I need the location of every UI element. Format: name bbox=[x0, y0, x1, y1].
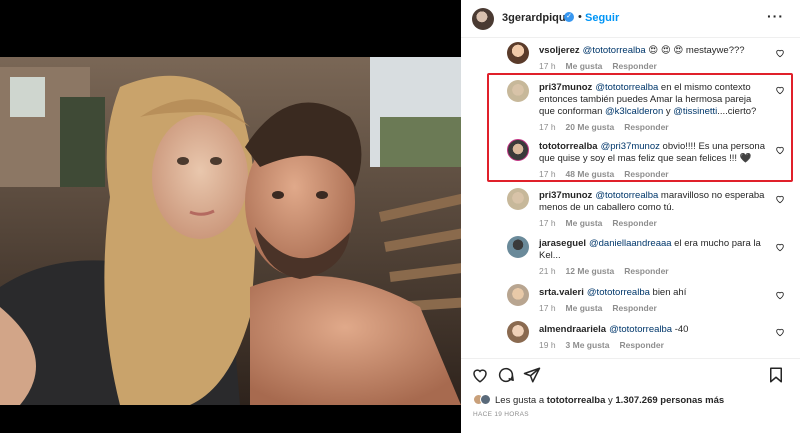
reply-button[interactable]: Responder bbox=[612, 218, 656, 228]
commenter-username[interactable]: almendraariela bbox=[539, 324, 606, 335]
comment-icon[interactable] bbox=[497, 366, 515, 384]
comment-like-label[interactable]: Me gusta bbox=[566, 218, 603, 228]
reply-button[interactable]: Responder bbox=[612, 61, 656, 71]
actions-divider bbox=[461, 358, 800, 359]
comment-likes-count[interactable]: 48 Me gusta bbox=[566, 169, 615, 179]
commenter-username[interactable]: pri37munoz bbox=[539, 82, 592, 93]
comment-mention[interactable]: @pri37munoz bbox=[601, 141, 660, 152]
comment-time[interactable]: 17 h bbox=[539, 303, 556, 313]
commenter-avatar[interactable] bbox=[507, 139, 529, 161]
comment-time[interactable]: 17 h bbox=[539, 169, 556, 179]
comment-mention[interactable]: @k3lcalderon bbox=[605, 106, 663, 117]
commenter-avatar[interactable] bbox=[507, 236, 529, 258]
commenter-avatar[interactable] bbox=[507, 80, 529, 102]
comment-mention[interactable]: @daniellaandreaaa bbox=[589, 238, 672, 249]
reply-button[interactable]: Responder bbox=[624, 169, 668, 179]
more-options-icon[interactable]: ··· bbox=[767, 8, 784, 24]
comment-likes-count[interactable]: 20 Me gusta bbox=[566, 122, 615, 132]
commenter-avatar[interactable] bbox=[507, 321, 529, 343]
comment-time[interactable]: 17 h bbox=[539, 218, 556, 228]
commenter-avatar[interactable] bbox=[507, 188, 529, 210]
follow-button[interactable]: Seguir bbox=[585, 12, 619, 24]
commenter-avatar[interactable] bbox=[507, 42, 529, 64]
comment-meta: 17 h Me gusta Responder bbox=[539, 218, 667, 228]
comment-meta: 17 h 20 Me gusta Responder bbox=[539, 122, 679, 132]
reply-button[interactable]: Responder bbox=[612, 303, 656, 313]
reply-button[interactable]: Responder bbox=[624, 266, 668, 276]
comment-meta: 17 h Me gusta Responder bbox=[539, 61, 667, 71]
comment-time[interactable]: 17 h bbox=[539, 122, 556, 132]
comment-body-cont: y bbox=[663, 106, 674, 117]
post-side-panel: 3gerardpique ✓ • Seguir ··· vsoljerez @to… bbox=[461, 0, 800, 433]
selfie-illustration bbox=[0, 57, 461, 405]
comment-meta: 21 h 12 Me gusta Responder bbox=[539, 266, 679, 276]
comment-text: almendraariela @tototorrealba -40 bbox=[539, 324, 769, 336]
likes-summary: Les gusta a tototorrealba y 1.307.269 pe… bbox=[473, 394, 724, 406]
likes-count[interactable]: 1.307.269 personas más bbox=[615, 395, 724, 406]
commenter-username[interactable]: vsoljerez bbox=[539, 45, 580, 56]
comment-text: tototorrealba @pri37munoz obvio!!!! Es un… bbox=[539, 141, 769, 165]
comment-mention[interactable]: @tototorrealba bbox=[595, 82, 658, 93]
post-time-ago[interactable]: HACE 19 HORAS bbox=[473, 411, 529, 418]
like-comment-heart-icon[interactable] bbox=[775, 242, 785, 252]
like-comment-heart-icon[interactable] bbox=[775, 194, 785, 204]
header-separator: • bbox=[578, 11, 582, 23]
like-comment-heart-icon[interactable] bbox=[775, 145, 785, 155]
comment-mention[interactable]: @tototorrealba bbox=[609, 324, 672, 335]
comment-text: pri37munoz @tototorrealba maravilloso no … bbox=[539, 190, 769, 214]
like-comment-heart-icon[interactable] bbox=[775, 290, 785, 300]
heart-icon[interactable] bbox=[471, 366, 489, 384]
like-comment-heart-icon[interactable] bbox=[775, 85, 785, 95]
share-icon[interactable] bbox=[523, 366, 541, 384]
comment-time[interactable]: 19 h bbox=[539, 340, 556, 350]
commenter-username[interactable]: pri37munoz bbox=[539, 190, 592, 201]
liker-avatar[interactable] bbox=[480, 394, 491, 405]
likes-mid: y bbox=[605, 395, 616, 406]
comment-time[interactable]: 21 h bbox=[539, 266, 556, 276]
liked-user[interactable]: tototorrealba bbox=[547, 395, 606, 406]
comment-text: srta.valeri @tototorrealba bien ahí bbox=[539, 287, 769, 299]
bookmark-icon[interactable] bbox=[767, 366, 785, 384]
verified-icon: ✓ bbox=[564, 12, 574, 22]
like-comment-heart-icon[interactable] bbox=[775, 48, 785, 58]
comment-body: 😍 😍 😍 mestaywe??? bbox=[645, 45, 745, 56]
comment-time[interactable]: 17 h bbox=[539, 61, 556, 71]
post-media-pane bbox=[0, 0, 461, 433]
comment-like-label[interactable]: Me gusta bbox=[566, 303, 603, 313]
comment-body-end: ....cierto? bbox=[717, 106, 757, 117]
comment-likes-count[interactable]: 3 Me gusta bbox=[566, 340, 610, 350]
commenter-username[interactable]: jaraseguel bbox=[539, 238, 586, 249]
commenter-avatar[interactable] bbox=[507, 284, 529, 306]
comment-text: jaraseguel @daniellaandreaaa el era mucho… bbox=[539, 238, 769, 262]
post-photo[interactable] bbox=[0, 57, 461, 405]
author-username[interactable]: 3gerardpique bbox=[502, 12, 572, 24]
author-avatar[interactable] bbox=[472, 8, 494, 30]
reply-button[interactable]: Responder bbox=[619, 340, 663, 350]
comment-meta: 19 h 3 Me gusta Responder bbox=[539, 340, 674, 350]
comment-text: pri37munoz @tototorrealba en el mismo con… bbox=[539, 82, 769, 118]
like-comment-heart-icon[interactable] bbox=[775, 327, 785, 337]
reply-button[interactable]: Responder bbox=[624, 122, 668, 132]
comment-mention[interactable]: @tototorrealba bbox=[587, 287, 650, 298]
comment-mention[interactable]: @tototorrealba bbox=[583, 45, 646, 56]
commenter-username[interactable]: tototorrealba bbox=[539, 141, 598, 152]
likes-prefix: Les gusta a bbox=[495, 395, 547, 406]
comment-body: -40 bbox=[672, 324, 689, 335]
comment-likes-count[interactable]: 12 Me gusta bbox=[566, 266, 615, 276]
comment-body: bien ahí bbox=[649, 287, 687, 298]
comment-text: vsoljerez @tototorrealba 😍 😍 😍 mestaywe??… bbox=[539, 45, 769, 57]
comment-mention[interactable]: @tissinetti bbox=[673, 106, 717, 117]
comment-meta: 17 h Me gusta Responder bbox=[539, 303, 667, 313]
commenter-username[interactable]: srta.valeri bbox=[539, 287, 584, 298]
comment-mention[interactable]: @tototorrealba bbox=[595, 190, 658, 201]
comment-like-label[interactable]: Me gusta bbox=[566, 61, 603, 71]
post-header: 3gerardpique ✓ • Seguir ··· bbox=[461, 0, 800, 38]
comment-meta: 17 h 48 Me gusta Responder bbox=[539, 169, 679, 179]
